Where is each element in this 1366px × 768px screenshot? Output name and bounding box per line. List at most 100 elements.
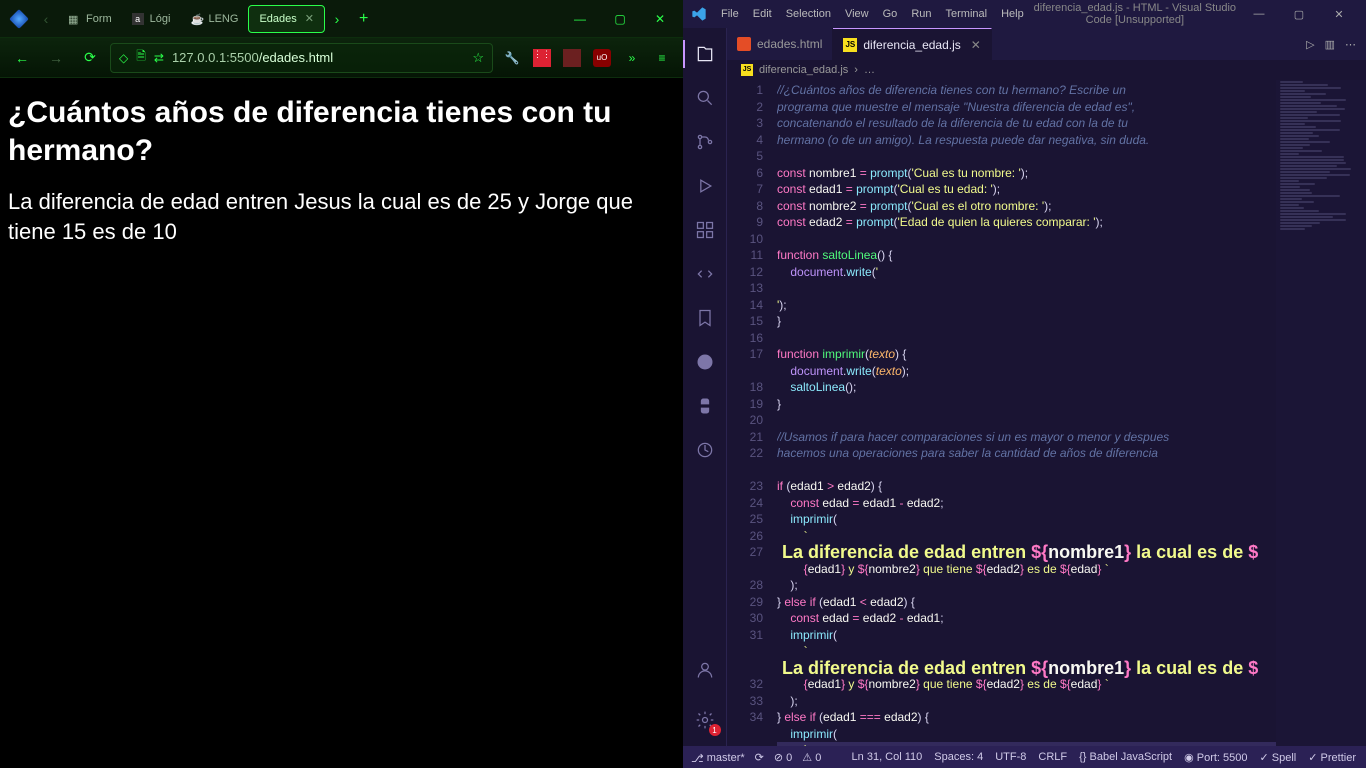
- toolbar-extensions: 🔧 ⋮⋮ uO » ≡: [499, 45, 675, 71]
- live-server-port[interactable]: ◉ Port: 5500: [1184, 751, 1247, 764]
- settings-badge: 1: [709, 724, 721, 736]
- tab-label: edades.html: [757, 37, 822, 51]
- vscode-menu: File Edit Selection View Go Run Terminal…: [715, 4, 1030, 24]
- tab-forward-button[interactable]: ›: [325, 7, 349, 31]
- vsc-close-button[interactable]: ✕: [1320, 4, 1358, 24]
- menu-file[interactable]: File: [715, 4, 745, 24]
- run-file-button[interactable]: ▷: [1306, 38, 1314, 51]
- vscode-logo-icon: [691, 6, 707, 22]
- branch-icon: ⎇: [691, 752, 704, 765]
- vscode-title-text: diferencia_edad.js - HTML - Visual Studi…: [1032, 2, 1238, 26]
- editor-tab[interactable]: edades.html: [727, 28, 833, 60]
- more-actions-button[interactable]: ⋯: [1345, 38, 1356, 51]
- errors-count[interactable]: ⊘ 0: [774, 751, 792, 764]
- browser-window: ‹ ▦Form a Lógi ☕LENG Edades ✕ › + — ▢ ✕ ← …: [0, 0, 683, 768]
- python-button[interactable]: [683, 386, 727, 426]
- browser-tab[interactable]: a Lógi: [122, 5, 181, 33]
- menu-help[interactable]: Help: [995, 4, 1030, 24]
- menu-terminal[interactable]: Terminal: [940, 4, 994, 24]
- page-subheading: La diferencia de edad entren Jesus la cu…: [8, 187, 675, 246]
- menu-view[interactable]: View: [839, 4, 875, 24]
- language-mode[interactable]: {} Babel JavaScript: [1079, 751, 1172, 763]
- status-bar: ⎇ master* ⟳ ⊘ 0 ⚠ 0 Ln 31, Col 110 Space…: [683, 746, 1366, 768]
- minimize-button[interactable]: —: [561, 5, 599, 33]
- shield-icon: ◇: [119, 51, 128, 65]
- extensions-button[interactable]: [683, 210, 727, 250]
- reload-button[interactable]: ⟳: [76, 44, 104, 72]
- breadcrumb-item[interactable]: diferencia_edad.js: [759, 64, 848, 76]
- explorer-button[interactable]: [683, 34, 727, 74]
- page-content: ¿Cuántos años de diferencia tienes con t…: [0, 78, 683, 768]
- browser-tab[interactable]: ▦Form: [58, 5, 122, 33]
- js-file-icon: JS: [741, 64, 753, 76]
- vscode-window: File Edit Selection View Go Run Terminal…: [683, 0, 1366, 768]
- overflow-ext-button[interactable]: »: [619, 45, 645, 71]
- code-content[interactable]: //¿Cuántos años de diferencia tienes con…: [777, 80, 1276, 746]
- browser-logo-icon: [9, 9, 29, 29]
- page-info-icon: 🗎: [136, 47, 146, 68]
- browser-toolbar: ← → ⟳ ◇ 🗎 ⇄ 127.0.0.1:5500/edades.html ☆…: [0, 38, 683, 78]
- encoding[interactable]: UTF-8: [995, 751, 1026, 763]
- settings-gear-button[interactable]: 1: [683, 700, 727, 740]
- vscode-titlebar: File Edit Selection View Go Run Terminal…: [683, 0, 1366, 28]
- code-editor[interactable]: 1234567891011121314151617 1819202122 232…: [727, 80, 1366, 746]
- tab-label: Form: [86, 13, 112, 25]
- sync-button[interactable]: ⟳: [755, 751, 764, 764]
- close-tab-icon[interactable]: ✕: [971, 38, 981, 52]
- menu-selection[interactable]: Selection: [780, 4, 837, 24]
- tab-label: diferencia_edad.js: [863, 38, 960, 52]
- editor-tab-actions: ▷ ▥ ⋯: [1296, 28, 1366, 60]
- menu-run[interactable]: Run: [905, 4, 937, 24]
- scm-button[interactable]: [683, 122, 727, 162]
- branch-indicator[interactable]: ⎇ master*: [691, 751, 745, 764]
- breadcrumb[interactable]: JS diferencia_edad.js › …: [727, 60, 1366, 80]
- live-button[interactable]: [683, 430, 727, 470]
- eol[interactable]: CRLF: [1038, 751, 1067, 763]
- menu-edit[interactable]: Edit: [747, 4, 778, 24]
- search-button[interactable]: [683, 78, 727, 118]
- browser-tab[interactable]: ☕LENG: [180, 5, 248, 33]
- page-heading: ¿Cuántos años de diferencia tienes con t…: [8, 94, 675, 169]
- breadcrumb-item[interactable]: …: [864, 64, 875, 76]
- ublock-ext-icon[interactable]: uO: [589, 45, 615, 71]
- browser-window-controls: — ▢ ✕: [561, 5, 679, 33]
- a-box-icon: a: [132, 13, 144, 25]
- warnings-count[interactable]: ⚠ 0: [802, 751, 821, 764]
- browser-tab-active[interactable]: Edades ✕: [248, 5, 325, 33]
- bookmark-button[interactable]: [683, 298, 727, 338]
- new-tab-button[interactable]: +: [349, 10, 378, 28]
- wrench-ext-icon[interactable]: 🔧: [499, 45, 525, 71]
- remote-button[interactable]: [683, 254, 727, 294]
- forward-button[interactable]: →: [42, 44, 70, 72]
- tab-label: Edades: [259, 13, 296, 25]
- cursor-position[interactable]: Ln 31, Col 110: [852, 751, 923, 763]
- tab-label: Lógi: [150, 13, 171, 25]
- back-button[interactable]: ←: [8, 44, 36, 72]
- url-bar[interactable]: ◇ 🗎 ⇄ 127.0.0.1:5500/edades.html ☆: [110, 43, 493, 73]
- run-debug-button[interactable]: [683, 166, 727, 206]
- menu-go[interactable]: Go: [877, 4, 904, 24]
- vscode-window-controls: — ▢ ✕: [1240, 4, 1358, 24]
- vsc-minimize-button[interactable]: —: [1240, 4, 1278, 24]
- bookmark-star-icon[interactable]: ☆: [472, 50, 484, 66]
- indent-setting[interactable]: Spaces: 4: [934, 751, 983, 763]
- java-icon: ☕: [190, 13, 202, 25]
- spell-check[interactable]: ✓ Spell: [1260, 751, 1297, 764]
- github-button[interactable]: [683, 342, 727, 382]
- app-menu-button[interactable]: ≡: [649, 45, 675, 71]
- maximize-button[interactable]: ▢: [601, 5, 639, 33]
- split-editor-button[interactable]: ▥: [1325, 38, 1335, 51]
- ext-red-icon[interactable]: ⋮⋮: [529, 45, 555, 71]
- editor-tab-active[interactable]: JSdiferencia_edad.js✕: [833, 28, 991, 60]
- vsc-maximize-button[interactable]: ▢: [1280, 4, 1318, 24]
- prettier-status[interactable]: ✓ Prettier: [1308, 751, 1356, 764]
- account-button[interactable]: [683, 650, 727, 690]
- ext-brown-icon[interactable]: [559, 45, 585, 71]
- close-tab-icon[interactable]: ✕: [305, 12, 314, 25]
- url-text: 127.0.0.1:5500/edades.html: [172, 50, 333, 65]
- tab-back-button[interactable]: ‹: [34, 7, 58, 31]
- minimap[interactable]: [1276, 80, 1366, 746]
- browser-tabs: ▦Form a Lógi ☕LENG Edades ✕ › +: [58, 0, 561, 37]
- close-window-button[interactable]: ✕: [641, 5, 679, 33]
- browser-titlebar: ‹ ▦Form a Lógi ☕LENG Edades ✕ › + — ▢ ✕: [0, 0, 683, 38]
